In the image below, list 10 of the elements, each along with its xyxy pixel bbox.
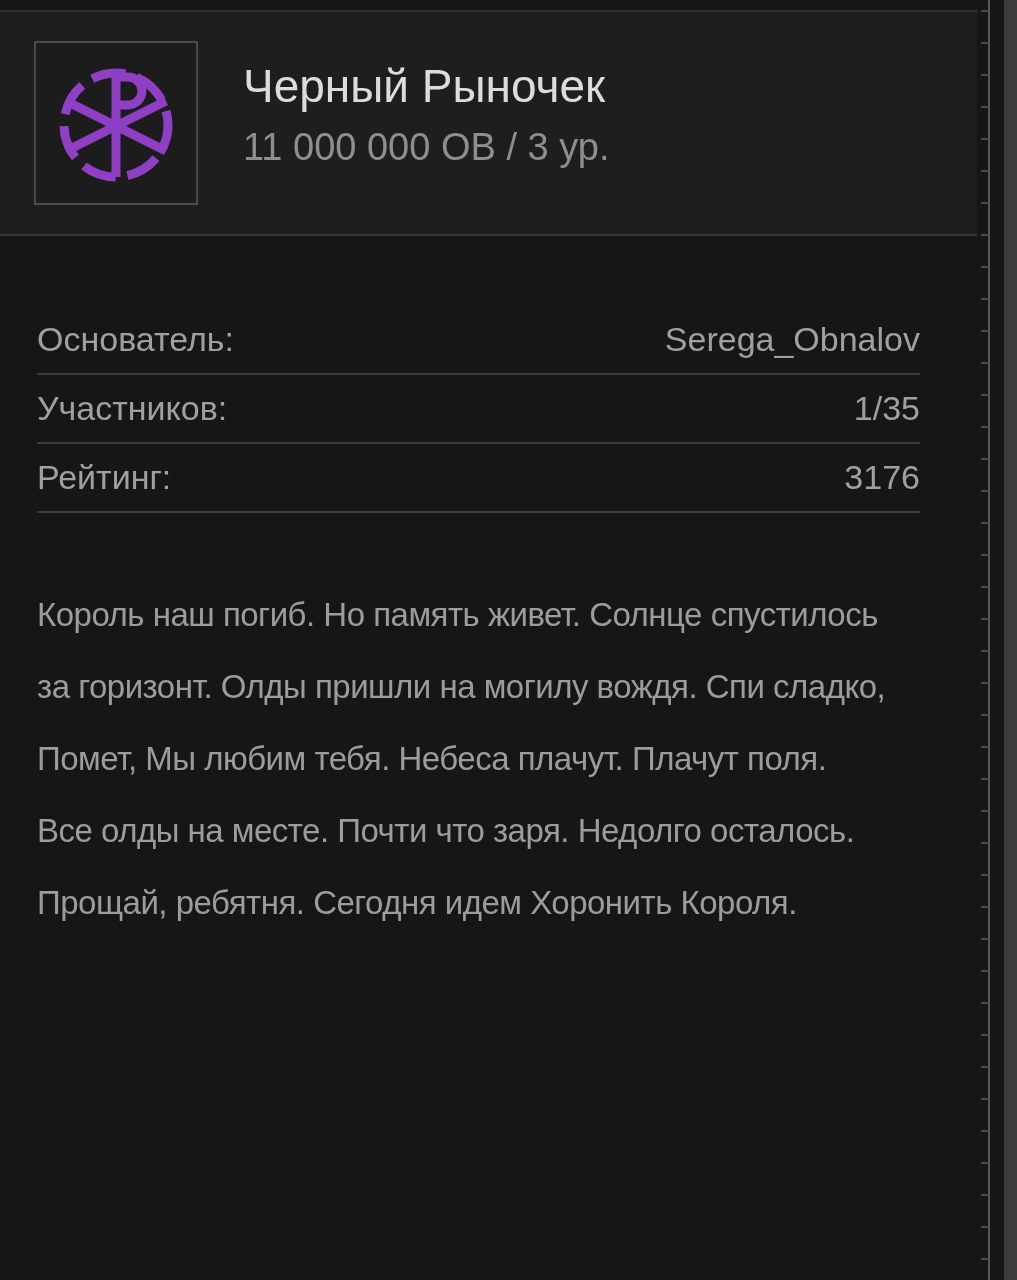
scrollbar-track[interactable] [1004, 0, 1017, 1280]
clan-name: Черный Рыночек [243, 59, 606, 114]
stat-value: 1/35 [853, 389, 920, 428]
stat-value: 3176 [844, 458, 920, 497]
stat-label: Основатель: [37, 320, 234, 359]
clan-points-level: 11 000 000 ОВ / 3 ур. [243, 125, 610, 170]
stat-label: Участников: [37, 389, 228, 428]
clan-description: Король наш погиб. Но память живет. Солнце спустилось за горизонт. Олды пришли на могилу вождя. Спи сладко, Помет, Мы любим тебя. Небеса плачут. Плачут поля. Все олды на месте. Почти что заря. Недолго осталось. Прощай, ребятня. Сегодня идем Хоронить Короля. [37, 595, 887, 923]
stat-value: Serega_Obnalov [664, 320, 920, 359]
stat-label: Рейтинг: [37, 458, 172, 497]
